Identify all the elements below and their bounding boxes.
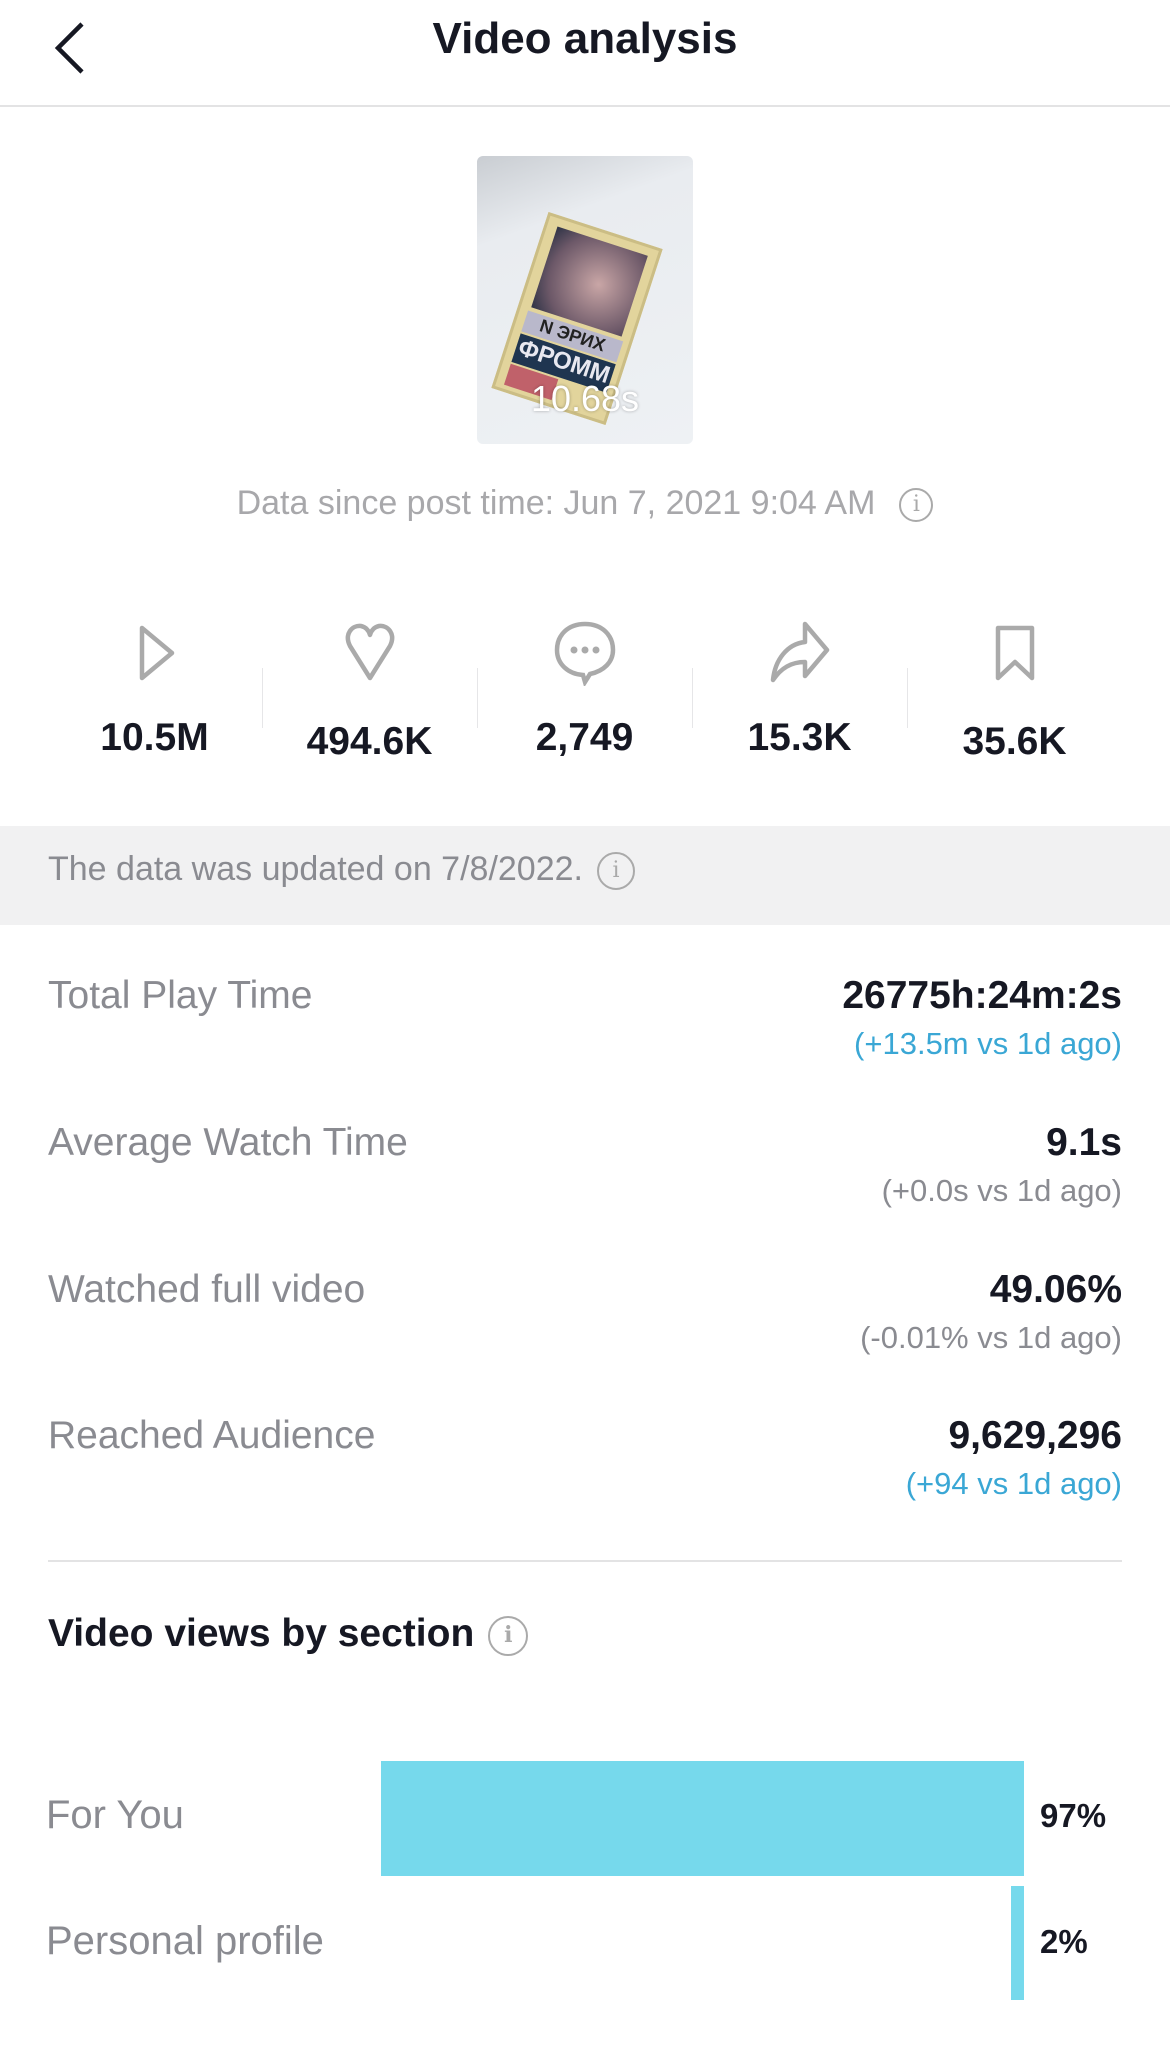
update-notice: The data was updated on 7/8/2022. i <box>48 850 635 891</box>
section-divider <box>48 1560 1122 1562</box>
stat-views: 10.5M <box>47 620 262 760</box>
page-title: Video analysis <box>432 14 738 63</box>
metric-label: Watched full video <box>48 1268 366 1311</box>
metric-label: Total Play Time <box>48 974 313 1017</box>
bar-value-for-you: 97% <box>1040 1797 1107 1834</box>
bar-label-personal-profile: Personal profile <box>46 1919 324 1963</box>
metric-value: 49.06% <box>989 1268 1122 1311</box>
update-text: The data was updated on 7/8/2022. <box>48 850 583 888</box>
likes-count: 494.6K <box>306 720 433 763</box>
post-time-label: Data since post time: Jun 7, 2021 9:04 A… <box>236 484 876 522</box>
comments-count: 2,749 <box>535 716 634 759</box>
bar-for-you <box>380 1761 1024 1876</box>
metric-change: (-0.01% vs 1d ago) <box>860 1320 1122 1355</box>
saves-count: 35.6K <box>962 720 1067 763</box>
share-icon <box>770 621 829 683</box>
comment-icon <box>554 621 615 686</box>
metric-change: (+94 vs 1d ago) <box>905 1466 1122 1501</box>
views-count: 10.5M <box>100 716 209 759</box>
bar-value-personal-profile: 2% <box>1040 1923 1088 1960</box>
section-title: Video views by section i <box>48 1612 529 1656</box>
info-icon[interactable]: i <box>899 488 934 523</box>
metric-label: Reached Audience <box>48 1414 376 1457</box>
stat-saves: 35.6K <box>907 620 1122 764</box>
metric-value: 26775h:24m:2s <box>842 974 1122 1017</box>
bar-label-for-you: For You <box>46 1793 184 1837</box>
metric-value: 9,629,296 <box>948 1414 1122 1457</box>
info-icon[interactable]: i <box>596 852 635 891</box>
stat-comments: 2,749 <box>477 620 692 760</box>
heart-icon <box>345 623 394 681</box>
metric-value: 9.1s <box>1046 1121 1122 1164</box>
top-bar: Video analysis <box>0 0 1170 107</box>
bar-personal-profile <box>1010 1886 1024 2000</box>
video-duration: 10.68s <box>530 378 640 419</box>
shares-count: 15.3K <box>747 716 852 759</box>
info-icon[interactable]: i <box>488 1615 529 1656</box>
section-title-text: Video views by section <box>48 1612 475 1655</box>
bookmark-icon <box>995 625 1034 681</box>
play-icon <box>139 625 174 681</box>
metric-label: Average Watch Time <box>48 1121 408 1164</box>
stat-shares: 15.3K <box>692 620 907 760</box>
stat-likes: 494.6K <box>262 620 477 764</box>
post-time-text: Data since post time: Jun 7, 2021 9:04 A… <box>0 484 1170 523</box>
metric-change: (+13.5m vs 1d ago) <box>854 1026 1122 1061</box>
metric-change: (+0.0s vs 1d ago) <box>881 1173 1122 1208</box>
video-thumbnail[interactable]: N ЭРИХ ФРОММ 10.68s <box>477 156 693 444</box>
